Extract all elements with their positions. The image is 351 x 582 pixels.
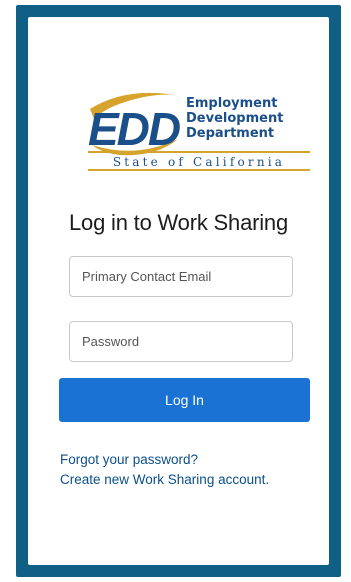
logo-line-3: Department bbox=[186, 126, 274, 141]
logo-line-2: Development bbox=[186, 111, 283, 126]
logo-line-1: Employment bbox=[186, 96, 277, 111]
forgot-password-link[interactable]: Forgot your password? bbox=[60, 450, 325, 470]
links-section: Forgot your password? Create new Work Sh… bbox=[60, 450, 325, 490]
edd-logo: EDD Employment Development Department St… bbox=[86, 83, 312, 179]
logo-abbrev: EDD bbox=[88, 103, 180, 155]
login-card: EDD Employment Development Department St… bbox=[28, 17, 329, 565]
page-title: Log in to Work Sharing bbox=[69, 210, 288, 235]
email-field[interactable] bbox=[69, 256, 293, 297]
password-field[interactable] bbox=[69, 321, 293, 362]
login-button[interactable]: Log In bbox=[59, 378, 310, 422]
logo-state: State of California bbox=[113, 155, 285, 169]
create-account-link[interactable]: Create new Work Sharing account. bbox=[60, 470, 325, 490]
